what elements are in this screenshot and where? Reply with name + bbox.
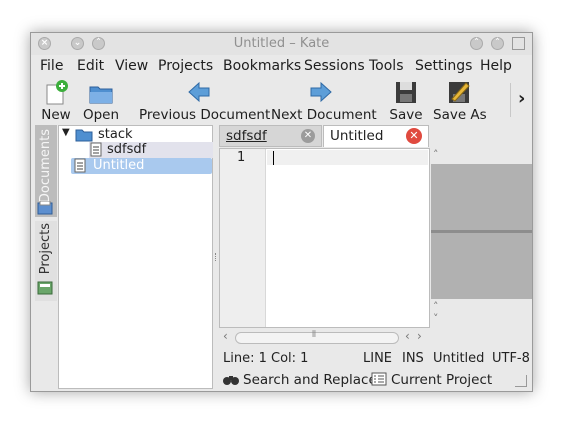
keep-above-icon[interactable]: ˄ <box>470 37 483 50</box>
next-document-button[interactable]: Next Document <box>271 79 377 123</box>
selection-mode[interactable]: LINE <box>363 351 392 366</box>
horizontal-scroll-handle[interactable]: ⦀ <box>235 330 399 344</box>
new-document-icon <box>42 79 70 105</box>
window-title: Untitled – Kate <box>233 36 330 51</box>
title-bar: × ⌄ ˄ Untitled – Kate ˄ ˄ <box>31 33 532 55</box>
editor-view[interactable]: 1 <box>219 148 430 328</box>
menu-sessions[interactable]: Sessions <box>304 58 365 74</box>
current-line-highlight <box>267 150 428 165</box>
maximize-icon[interactable]: ˄ <box>491 37 504 50</box>
arrow-right-icon <box>307 79 335 105</box>
save-as-icon <box>445 79 473 105</box>
toolbar-overflow-icon[interactable]: › <box>518 88 525 109</box>
binoculars-icon <box>223 372 239 390</box>
minimap-scrollbar[interactable]: ˄ ˄ ˅ <box>431 148 532 328</box>
tab-sdfsdf[interactable]: sdfsdf ✕ <box>219 125 322 147</box>
open-button[interactable]: Open <box>81 79 121 123</box>
minimap-track[interactable] <box>431 164 532 299</box>
expand-arrow-icon[interactable]: ▼ <box>62 127 70 138</box>
menu-view[interactable]: View <box>115 58 148 74</box>
close-tab-icon[interactable]: ✕ <box>301 129 315 143</box>
menu-file[interactable]: File <box>40 58 63 74</box>
toolbar-separator <box>510 83 511 117</box>
encoding[interactable]: UTF-8 <box>492 351 530 366</box>
menu-projects[interactable]: Projects <box>158 58 213 74</box>
tree-folder-stack[interactable]: ▼ stack <box>62 127 212 143</box>
line-number-gutter: 1 <box>220 149 266 327</box>
scroll-right-icon[interactable]: › <box>417 329 422 343</box>
text-cursor <box>273 151 274 165</box>
projects-icon <box>37 281 53 295</box>
toolbar: New Open Previous Document Next Document… <box>31 77 532 123</box>
scroll-down-icon[interactable]: ˅ <box>433 312 439 325</box>
save-as-button[interactable]: Save As <box>433 79 487 123</box>
scroll-left-icon[interactable]: ‹ <box>405 329 410 343</box>
resize-grip-icon[interactable] <box>515 375 527 387</box>
scroll-left-icon[interactable]: ‹ <box>223 329 228 343</box>
menu-bar: File Edit View Projects Bookmarks Sessio… <box>31 55 532 77</box>
tab-untitled[interactable]: Untitled ✕ <box>323 125 429 147</box>
tab-bar: sdfsdf ✕ Untitled ✕ <box>219 124 431 148</box>
tree-file-untitled[interactable]: Untitled <box>71 158 212 174</box>
open-folder-icon <box>87 79 115 105</box>
grip-icon: ⦀ <box>312 330 316 340</box>
save-disk-icon <box>392 79 420 105</box>
kate-window: × ⌄ ˄ Untitled – Kate ˄ ˄ File Edit View… <box>30 32 533 392</box>
menu-tools[interactable]: Tools <box>369 58 404 74</box>
cursor-position: Line: 1 Col: 1 <box>223 351 309 366</box>
bottom-toolview-bar: Search and Replace Current Project <box>219 371 532 391</box>
menu-settings[interactable]: Settings <box>415 58 472 74</box>
save-button[interactable]: Save <box>389 79 423 123</box>
documents-icon <box>37 200 53 215</box>
tree-file-sdfsdf[interactable]: sdfsdf <box>89 142 213 158</box>
restore-icon[interactable] <box>512 37 525 50</box>
menu-bookmarks[interactable]: Bookmarks <box>223 58 301 74</box>
scroll-up-icon[interactable]: ˄ <box>433 148 439 161</box>
left-sidebar: Documents Projects <box>35 125 57 387</box>
menu-help[interactable]: Help <box>480 58 512 74</box>
status-bar: Line: 1 Col: 1 LINE INS Untitled UTF-8 <box>219 351 532 371</box>
horizontal-scrollbar[interactable]: ‹ ⦀ ‹ › <box>219 329 431 346</box>
new-button[interactable]: New <box>39 79 73 123</box>
minimap-slider[interactable] <box>431 230 532 233</box>
previous-document-button[interactable]: Previous Document <box>139 79 270 123</box>
menu-edit[interactable]: Edit <box>77 58 104 74</box>
file-icon <box>73 158 87 177</box>
close-tab-icon[interactable]: ✕ <box>406 128 422 144</box>
insert-mode[interactable]: INS <box>402 351 424 366</box>
arrow-left-icon <box>185 79 213 105</box>
splitter-handle[interactable] <box>215 253 218 261</box>
documents-tree: ▼ stack sdfsdf Untitled <box>58 125 213 389</box>
project-list-icon <box>371 372 387 390</box>
document-mode[interactable]: Untitled <box>433 351 484 366</box>
